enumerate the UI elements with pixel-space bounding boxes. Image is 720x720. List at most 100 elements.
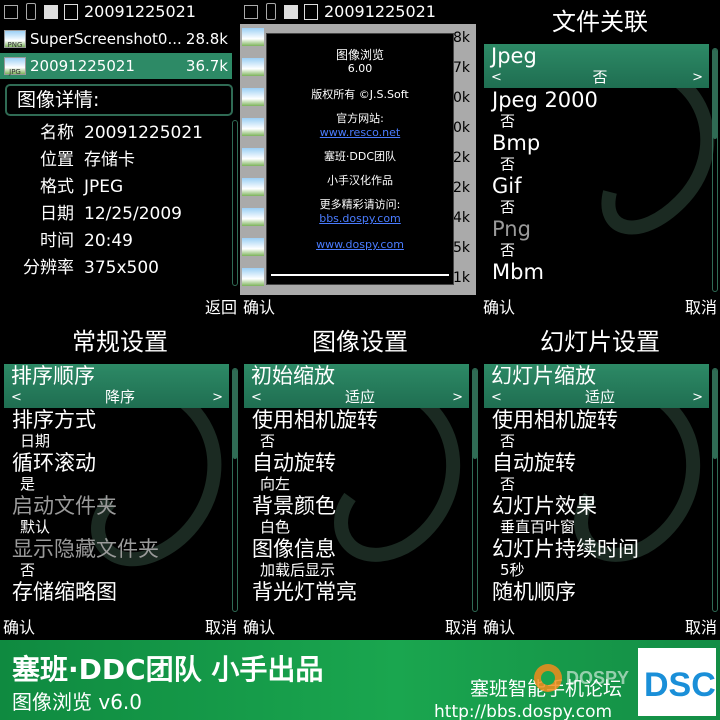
file-size: 7k	[452, 60, 470, 76]
page-title: 常规设置	[0, 320, 240, 362]
thumbnail-icon	[242, 178, 264, 196]
list-item-show-hidden[interactable]: 显示隐藏文件夹 否	[0, 537, 230, 580]
list-item-png[interactable]: Png 否	[480, 217, 710, 260]
list-item-slideshow-zoom[interactable]: 幻灯片缩放 < 适应 >	[484, 364, 709, 408]
jpg-thumbnail-icon: JPG	[4, 57, 26, 76]
phone-icon	[26, 3, 36, 20]
file-size: 2k	[452, 150, 470, 166]
settings-list: Jpeg < 否 > Jpeg 2000 否 Bmp 否 Gif 否 Png 否 M…	[480, 44, 710, 296]
file-details-panel: 20091225021 PNG SuperScreenshot0... 28.8…	[0, 0, 240, 320]
left-arrow-icon[interactable]: <	[11, 388, 22, 407]
list-item-loop-scroll[interactable]: 循环滚动 是	[0, 451, 230, 494]
general-settings-panel: 常规设置 排序顺序 < 降序 > 排序方式 日期 循环滚动 是 启动文件夹 默认 显…	[0, 320, 240, 640]
left-arrow-icon[interactable]: <	[491, 68, 502, 87]
thumbnail-icon	[242, 238, 264, 256]
cancel-softkey[interactable]: 取消	[685, 295, 717, 320]
settings-list: 幻灯片缩放 < 适应 > 使用相机旋转 否 自动旋转 否 幻灯片效果 垂直百叶窗 幻…	[480, 364, 710, 616]
list-item-jpeg2000[interactable]: Jpeg 2000 否	[480, 88, 710, 131]
list-item-sort-by[interactable]: 排序方式 日期	[0, 408, 230, 451]
about-dialog: 图像浏览 6.00 版权所有 ©J.S.Soft 官方网站: www.resco…	[266, 33, 454, 285]
about-dospy-link[interactable]: www.dospy.com	[267, 238, 453, 252]
cancel-softkey[interactable]: 取消	[205, 615, 237, 640]
settings-list: 初始缩放 < 适应 > 使用相机旋转 否 自动旋转 向左 背景颜色 白色 图像信息 …	[240, 364, 470, 616]
about-site-label: 官方网站:	[336, 112, 384, 125]
file-size: 1k	[452, 270, 470, 286]
list-item-backlight[interactable]: 背光灯常亮	[240, 580, 470, 604]
status-bar: 20091225021	[240, 0, 480, 24]
list-item-auto-rotate[interactable]: 自动旋转 否	[480, 451, 710, 494]
softkey-bar: 确认	[240, 295, 480, 320]
banner-title: 塞班·DDC团队 小手出品	[12, 653, 324, 686]
softkey-bar: 确认 取消	[240, 615, 480, 640]
dospy-logo: DOSPY	[534, 664, 629, 692]
about-version: 6.00	[347, 62, 373, 75]
right-arrow-icon[interactable]: >	[692, 388, 703, 407]
page-title: 图像设置	[240, 320, 480, 362]
slideshow-settings-panel: 幻灯片设置 幻灯片缩放 < 适应 > 使用相机旋转 否 自动旋转 否 幻灯片效果 垂…	[480, 320, 720, 640]
file-association-panel: 文件关联 Jpeg < 否 > Jpeg 2000 否 Bmp 否 Gif 否 Pn…	[480, 0, 720, 320]
image-file-icon	[304, 4, 318, 20]
file-size: 36.7k	[185, 57, 228, 75]
file-name: SuperScreenshot0...	[30, 30, 182, 48]
softkey-bar: 返回	[0, 295, 240, 320]
file-size: 0k	[452, 90, 470, 106]
confirm-softkey[interactable]: 确认	[243, 295, 275, 320]
scrollbar[interactable]	[712, 48, 718, 292]
list-item-image-info[interactable]: 图像信息 加载后显示	[240, 537, 470, 580]
list-item-store-thumbnails[interactable]: 存储缩略图	[0, 580, 230, 604]
scrollbar[interactable]	[472, 368, 478, 612]
details-title: 图像详情:	[5, 84, 233, 116]
image-file-icon	[64, 4, 78, 20]
file-row[interactable]: PNG SuperScreenshot0... 28.8k	[0, 26, 232, 52]
list-item-random-order[interactable]: 随机顺序	[480, 580, 710, 604]
scrollbar-thumb[interactable]	[713, 369, 717, 459]
phone-icon	[266, 3, 276, 20]
right-arrow-icon[interactable]: >	[452, 388, 463, 407]
scrollbar-thumb[interactable]	[233, 369, 237, 459]
list-item-bmp[interactable]: Bmp 否	[480, 131, 710, 174]
dsc-logo-text: DSC	[644, 666, 716, 704]
file-row-selected[interactable]: JPG 20091225021 36.7k	[0, 53, 232, 79]
list-item-jpeg[interactable]: Jpeg < 否 >	[484, 44, 709, 88]
list-item-initial-zoom[interactable]: 初始缩放 < 适应 >	[244, 364, 469, 408]
about-team: 塞班·DDC团队	[323, 150, 397, 163]
confirm-softkey[interactable]: 确认	[483, 295, 515, 320]
cancel-softkey[interactable]: 取消	[685, 615, 717, 640]
banner-subtitle: 图像浏览 v6.0	[12, 690, 142, 714]
thumbnail-icon	[242, 28, 264, 46]
right-arrow-icon[interactable]: >	[212, 388, 223, 407]
about-site-link[interactable]: www.resco.net	[267, 126, 453, 140]
about-forum-link[interactable]: bbs.dospy.com	[267, 212, 453, 226]
scrollbar-thumb[interactable]	[473, 369, 477, 459]
right-arrow-icon[interactable]: >	[692, 68, 703, 87]
list-item-gif[interactable]: Gif 否	[480, 174, 710, 217]
list-item-sort-order[interactable]: 排序顺序 < 降序 >	[4, 364, 229, 408]
confirm-softkey[interactable]: 确认	[3, 615, 35, 640]
about-more-label: 更多精彩请访问:	[319, 198, 401, 211]
confirm-softkey[interactable]: 确认	[243, 615, 275, 640]
list-item-start-folder[interactable]: 启动文件夹 默认	[0, 494, 230, 537]
list-item-slideshow-duration[interactable]: 幻灯片持续时间 5秒	[480, 537, 710, 580]
dsc-logo: DSC	[638, 648, 716, 716]
battery-icon	[244, 5, 258, 19]
list-item-auto-rotate[interactable]: 自动旋转 向左	[240, 451, 470, 494]
list-item-camera-rotation[interactable]: 使用相机旋转 否	[480, 408, 710, 451]
list-item-background-color[interactable]: 背景颜色 白色	[240, 494, 470, 537]
list-item-mbm[interactable]: Mbm	[480, 260, 710, 284]
scrollbar[interactable]	[232, 120, 238, 286]
about-translator: 小手汉化作品	[327, 174, 393, 187]
folder-icon	[44, 5, 58, 19]
list-item-camera-rotation[interactable]: 使用相机旋转 否	[240, 408, 470, 451]
confirm-softkey[interactable]: 确认	[483, 615, 515, 640]
back-softkey[interactable]: 返回	[205, 295, 237, 320]
credits-banner: 塞班·DDC团队 小手出品 图像浏览 v6.0 塞班智能手机论坛 http://…	[0, 640, 720, 720]
scrollbar-thumb[interactable]	[713, 49, 717, 139]
scrollbar[interactable]	[712, 368, 718, 612]
thumbnail-icon	[242, 118, 264, 136]
left-arrow-icon[interactable]: <	[491, 388, 502, 407]
list-item-slideshow-effect[interactable]: 幻灯片效果 垂直百叶窗	[480, 494, 710, 537]
cancel-softkey[interactable]: 取消	[445, 615, 477, 640]
scrollbar[interactable]	[232, 368, 238, 612]
thumbnail-icon	[242, 88, 264, 106]
left-arrow-icon[interactable]: <	[251, 388, 262, 407]
